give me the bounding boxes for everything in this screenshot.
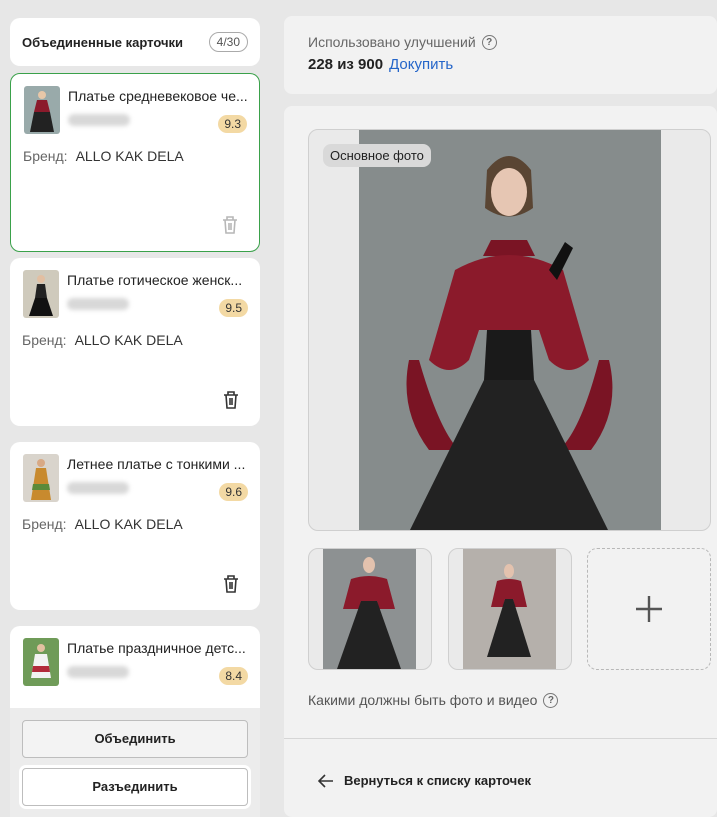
usage-label-row: Использовано улучшений ? <box>308 34 693 50</box>
photo-thumbnail-image <box>323 549 416 669</box>
card-title: Платье готическое женск... <box>67 272 243 288</box>
main-photo <box>359 130 661 530</box>
merged-cards-panel: Объединенные карточки 4/30 Платье средне… <box>10 18 260 817</box>
rating-badge: 9.3 <box>218 115 247 133</box>
brand-label: Бренд: <box>23 148 68 164</box>
plus-icon <box>636 596 662 622</box>
merged-card-2[interactable]: Платье готическое женск... 9.5 Бренд: ALL… <box>10 258 260 426</box>
trash-icon[interactable] <box>221 215 239 235</box>
sidebar-actions: Объединить Разъединить <box>10 708 260 817</box>
photo-requirements-hint[interactable]: Какими должны быть фото и видео ? <box>308 692 559 708</box>
editor-footer: Вернуться к списку карточек <box>284 738 717 817</box>
add-photo-button[interactable] <box>587 548 711 670</box>
card-title: Летнее платье с тонкими ... <box>67 456 246 472</box>
card-sku-blurred <box>67 298 129 310</box>
back-to-cards-link[interactable]: Вернуться к списку карточек <box>318 773 531 788</box>
usage-value-row: 228 из 900 Докупить <box>308 56 693 73</box>
panel-header: Объединенные карточки 4/30 <box>10 18 260 66</box>
help-icon[interactable]: ? <box>481 34 497 50</box>
card-thumbnail <box>23 454 59 502</box>
usage-value: 228 из 900 <box>308 56 384 73</box>
cards-counter-badge: 4/30 <box>208 32 248 52</box>
card-title: Платье праздничное детс... <box>67 640 246 656</box>
brand-value: ALLO KAK DELA <box>75 148 184 164</box>
merged-card-1[interactable]: Платье средневековое че... 9.3 Бренд: ALL… <box>10 73 260 252</box>
rating-badge: 8.4 <box>219 667 248 685</box>
help-icon[interactable]: ? <box>543 692 559 708</box>
photo-editor: Основное фото Какими должны быть фото и … <box>284 106 717 817</box>
brand-label: Бренд: <box>22 332 67 348</box>
merged-card-4[interactable]: Платье праздничное детс... 8.4 <box>10 626 260 708</box>
back-label: Вернуться к списку карточек <box>344 773 531 788</box>
improvements-usage: Использовано улучшений ? 228 из 900 Докуп… <box>284 16 717 94</box>
brand-label: Бренд: <box>22 516 67 532</box>
photo-thumbnail-2[interactable] <box>448 548 572 670</box>
merge-button[interactable]: Объединить <box>22 720 248 758</box>
trash-icon[interactable] <box>222 574 240 594</box>
card-brand: Бренд: ALLO KAK DELA <box>23 148 184 164</box>
brand-value: ALLO KAK DELA <box>74 516 183 532</box>
card-sku-blurred <box>67 482 129 494</box>
panel-title: Объединенные карточки <box>22 34 184 50</box>
card-thumbnail <box>24 86 60 134</box>
usage-label: Использовано улучшений <box>308 34 476 50</box>
main-photo-badge: Основное фото <box>323 144 431 167</box>
card-brand: Бренд: ALLO KAK DELA <box>22 516 183 532</box>
card-sku-blurred <box>68 114 130 126</box>
trash-icon[interactable] <box>222 390 240 410</box>
main-photo-frame[interactable]: Основное фото <box>308 129 711 531</box>
rating-badge: 9.6 <box>219 483 248 501</box>
photo-thumbnail-image <box>463 549 556 669</box>
rating-badge: 9.5 <box>219 299 248 317</box>
card-thumbnail <box>23 638 59 686</box>
merged-card-3[interactable]: Летнее платье с тонкими ... 9.6 Бренд: AL… <box>10 442 260 610</box>
brand-value: ALLO KAK DELA <box>74 332 183 348</box>
card-title: Платье средневековое че... <box>68 88 248 104</box>
unmerge-button[interactable]: Разъединить <box>22 768 248 806</box>
arrow-left-icon <box>318 773 333 788</box>
card-sku-blurred <box>67 666 129 678</box>
hint-text: Какими должны быть фото и видео <box>308 692 538 708</box>
card-thumbnail <box>23 270 59 318</box>
buy-more-link[interactable]: Докупить <box>389 56 453 73</box>
photo-thumbnail-1[interactable] <box>308 548 432 670</box>
card-brand: Бренд: ALLO KAK DELA <box>22 332 183 348</box>
